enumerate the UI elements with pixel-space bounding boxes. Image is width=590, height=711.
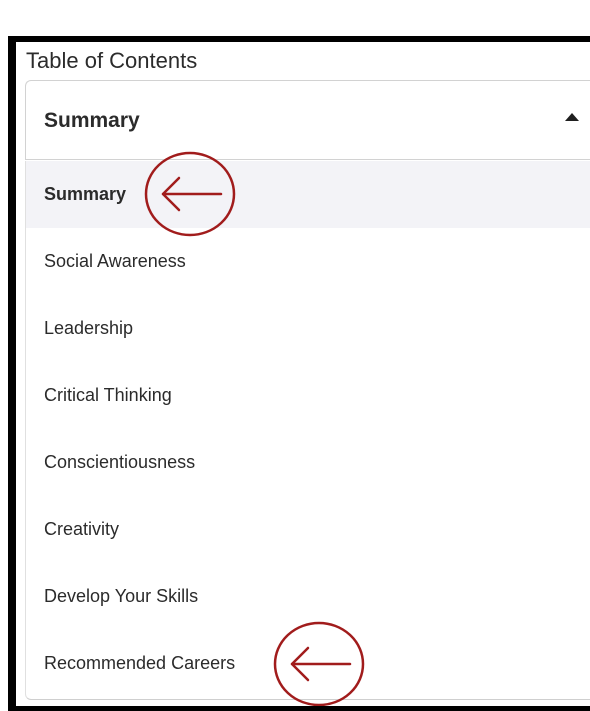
menu-item-social-awareness[interactable]: Social Awareness xyxy=(26,228,590,295)
menu-item-critical-thinking[interactable]: Critical Thinking xyxy=(26,362,590,429)
menu-item-develop-your-skills[interactable]: Develop Your Skills xyxy=(26,563,590,630)
screenshot-stage: Table of Contents Summary Summary Social… xyxy=(0,0,590,711)
toc-heading: Table of Contents xyxy=(26,48,198,73)
menu-item-recommended-careers[interactable]: Recommended Careers xyxy=(26,630,590,697)
menu-item-summary[interactable]: Summary xyxy=(26,161,590,228)
menu-item-conscientiousness[interactable]: Conscientiousness xyxy=(26,429,590,496)
menu-item-leadership[interactable]: Leadership xyxy=(26,295,590,362)
menu-item-creativity[interactable]: Creativity xyxy=(26,496,590,563)
toc-select[interactable]: Summary xyxy=(25,80,590,160)
toc-select-value: Summary xyxy=(44,109,140,132)
toc-dropdown-menu: Summary Social Awareness Leadership Crit… xyxy=(25,161,590,700)
caret-up-icon[interactable] xyxy=(565,113,579,121)
